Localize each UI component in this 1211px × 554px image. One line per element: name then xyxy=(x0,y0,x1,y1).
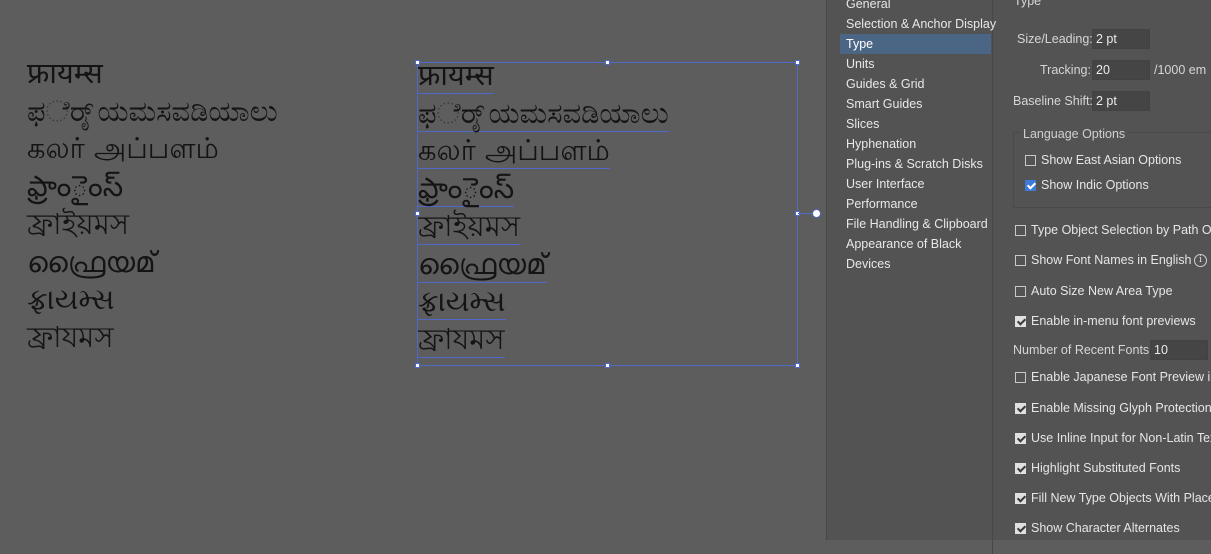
category-user-interface[interactable]: User Interface xyxy=(840,174,992,194)
handle-bottom-middle[interactable] xyxy=(605,363,610,368)
text-line-kannada[interactable]: ಫರ್ೈಯಮಸವಡಿಯಾಲು xyxy=(27,93,278,131)
japanese-font-preview-checkbox[interactable] xyxy=(1015,372,1026,383)
missing-glyph-protection-label[interactable]: Enable Missing Glyph Protection xyxy=(1031,401,1211,415)
text-line-gujarati[interactable]: ફ્રાયમ્સ xyxy=(27,281,278,319)
font-names-english-label[interactable]: Show Font Names in English xyxy=(1031,253,1192,267)
baseline-shift-label: Baseline Shift: xyxy=(1013,94,1093,108)
size-leading-label: Size/Leading: xyxy=(1017,32,1093,46)
category-hyphenation[interactable]: Hyphenation xyxy=(840,134,992,154)
inline-input-non-latin-label[interactable]: Use Inline Input for Non-Latin Tex xyxy=(1031,431,1211,445)
baseline-shift-input[interactable]: 2 pt xyxy=(1092,91,1150,111)
tracking-input[interactable]: 20 xyxy=(1092,60,1150,80)
text-line-hindi[interactable]: फ्रायम्स xyxy=(27,55,278,93)
handle-top-left[interactable] xyxy=(415,60,420,65)
category-slices[interactable]: Slices xyxy=(840,114,992,134)
text-line-malayalam[interactable]: ഫ്രൈയമ് xyxy=(27,244,278,282)
fill-placeholder-text-label[interactable]: Fill New Type Objects With Placeh xyxy=(1031,491,1211,505)
language-options-title: Language Options xyxy=(1020,127,1129,141)
category-performance[interactable]: Performance xyxy=(840,194,992,214)
highlight-substituted-fonts-label[interactable]: Highlight Substituted Fonts xyxy=(1031,461,1180,475)
category-guides-grid[interactable]: Guides & Grid xyxy=(840,74,992,94)
preferences-dialog: General Selection & Anchor Display Type … xyxy=(840,0,1211,554)
type-object-selection-checkbox[interactable] xyxy=(1015,225,1026,236)
section-header-type: Type xyxy=(1014,0,1042,8)
recent-fonts-input[interactable]: 10 xyxy=(1150,340,1208,360)
category-units[interactable]: Units xyxy=(840,54,992,74)
tracking-unit: /1000 em xyxy=(1154,63,1207,77)
artboard-canvas[interactable]: फ्रायम्स ಫರ್ೈಯಮಸವಡಿಯಾಲು கலர் அப்பளம் ఫ్ర… xyxy=(0,0,826,540)
info-icon[interactable]: i xyxy=(1194,254,1207,267)
text-line-assamese[interactable]: ফ্রাযমস xyxy=(27,319,278,357)
rotate-connector-line xyxy=(798,213,813,214)
east-asian-options-checkbox[interactable] xyxy=(1025,155,1036,166)
indic-options-checkbox[interactable] xyxy=(1025,180,1036,191)
character-alternates-checkbox[interactable] xyxy=(1015,523,1026,534)
category-appearance-of-black[interactable]: Appearance of Black xyxy=(840,234,992,254)
category-smart-guides[interactable]: Smart Guides xyxy=(840,94,992,114)
category-type[interactable]: Type xyxy=(840,34,991,54)
character-alternates-label[interactable]: Show Character Alternates xyxy=(1031,521,1180,535)
missing-glyph-protection-checkbox[interactable] xyxy=(1015,403,1026,414)
indic-options-label[interactable]: Show Indic Options xyxy=(1041,178,1149,192)
recent-fonts-label: Number of Recent Fonts: xyxy=(1013,343,1153,357)
category-selection-anchor-display[interactable]: Selection & Anchor Display xyxy=(840,14,996,34)
tracking-label: Tracking: xyxy=(1040,63,1091,77)
text-block-unselected[interactable]: फ्रायम्स ಫರ್ೈಯಮಸವಡಿಯಾಲು கலர் அப்பளம் ఫ్ర… xyxy=(27,55,278,357)
selection-bounding-box[interactable] xyxy=(417,62,798,366)
inline-input-non-latin-checkbox[interactable] xyxy=(1015,433,1026,444)
handle-bottom-right[interactable] xyxy=(795,363,800,368)
east-asian-options-label[interactable]: Show East Asian Options xyxy=(1041,153,1181,167)
category-general[interactable]: General xyxy=(840,0,992,14)
preferences-category-list: General Selection & Anchor Display Type … xyxy=(840,0,996,554)
category-file-handling-clipboard[interactable]: File Handling & Clipboard xyxy=(840,214,992,234)
text-line-tamil[interactable]: கலர் அப்பளம் xyxy=(27,130,278,168)
area-type-widget-handle[interactable] xyxy=(812,209,821,218)
in-menu-font-previews-label[interactable]: Enable in-menu font previews xyxy=(1031,314,1196,328)
font-names-english-checkbox[interactable] xyxy=(1015,255,1026,266)
category-devices[interactable]: Devices xyxy=(840,254,992,274)
text-line-bengali[interactable]: ফ্রাইয়মস xyxy=(27,206,278,244)
handle-top-right[interactable] xyxy=(795,60,800,65)
handle-middle-left[interactable] xyxy=(415,211,420,216)
in-menu-font-previews-checkbox[interactable] xyxy=(1015,316,1026,327)
panel-divider xyxy=(826,0,841,540)
fill-placeholder-text-checkbox[interactable] xyxy=(1015,493,1026,504)
type-object-selection-label[interactable]: Type Object Selection by Path Onl xyxy=(1031,223,1211,237)
category-plugins-scratch-disks[interactable]: Plug-ins & Scratch Disks xyxy=(840,154,992,174)
handle-top-middle[interactable] xyxy=(605,60,610,65)
language-options-group xyxy=(1013,132,1211,208)
japanese-font-preview-label[interactable]: Enable Japanese Font Preview in xyxy=(1031,370,1211,384)
size-leading-input[interactable]: 2 pt xyxy=(1092,29,1150,49)
text-line-telugu[interactable]: ఫ్రాంైంస్ xyxy=(27,168,278,206)
auto-size-area-type-checkbox[interactable] xyxy=(1015,286,1026,297)
handle-bottom-left[interactable] xyxy=(415,363,420,368)
auto-size-area-type-label[interactable]: Auto Size New Area Type xyxy=(1031,284,1173,298)
highlight-substituted-fonts-checkbox[interactable] xyxy=(1015,463,1026,474)
